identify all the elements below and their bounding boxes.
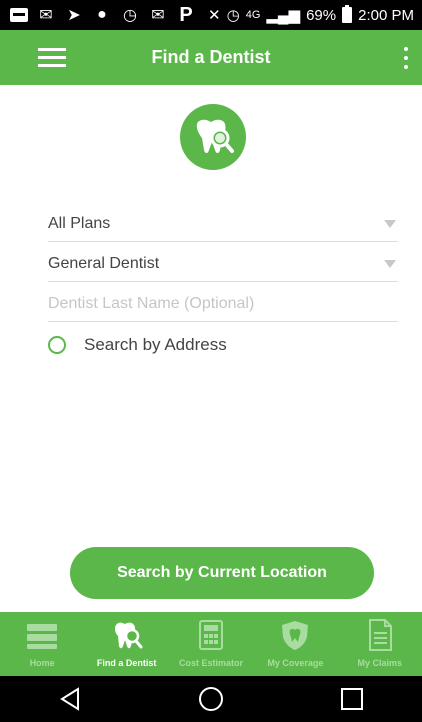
nav-my-coverage[interactable]: My Coverage: [253, 612, 337, 676]
specialty-select[interactable]: General Dentist: [48, 246, 398, 282]
document-icon: [338, 618, 422, 652]
message-icon: [10, 8, 28, 22]
signal-icon: ▂▄▆: [266, 7, 301, 24]
tooth-search-icon: [84, 618, 168, 652]
gmail-icon: ✉: [151, 7, 165, 24]
hamburger-menu-icon[interactable]: [38, 48, 66, 68]
notification-icons: ✉ ➤ ● ◷ ✉ P: [0, 3, 196, 26]
alarm-icon: ◷: [123, 7, 137, 24]
search-by-address-label: Search by Address: [84, 335, 227, 354]
nav-label-my-claims: My Claims: [357, 658, 403, 668]
send-icon: ➤: [67, 7, 81, 24]
alarm-icon: ◷: [226, 7, 240, 24]
nav-find-a-dentist[interactable]: Find a Dentist: [84, 612, 168, 676]
recents-icon[interactable]: [332, 679, 372, 719]
home-circle-icon[interactable]: [191, 679, 231, 719]
nav-label-home: Home: [29, 658, 55, 668]
location-icon: ●: [97, 6, 107, 23]
plan-select[interactable]: All Plans: [48, 206, 398, 242]
app-bar: Find a Dentist: [0, 30, 422, 85]
chevron-down-icon: [384, 260, 396, 268]
nav-home[interactable]: Home: [0, 612, 84, 676]
bottom-navigation: Home Find a Dentist Cost Estimator My Co…: [0, 612, 422, 676]
clock: 2:00 PM: [358, 6, 414, 24]
nav-cost-estimator[interactable]: Cost Estimator: [169, 612, 253, 676]
chevron-down-icon: [384, 220, 396, 228]
calculator-icon: [169, 618, 253, 652]
nav-label-find-a-dentist: Find a Dentist: [96, 658, 157, 668]
nav-label-my-coverage: My Coverage: [267, 658, 324, 668]
battery-percent: 69%: [306, 6, 337, 24]
system-navigation-bar: [0, 676, 422, 722]
radio-button[interactable]: [48, 336, 66, 354]
status-bar: ✉ ➤ ● ◷ ✉ P ✕ ◷ 4G ▂▄▆ 69% 2:00 PM: [0, 0, 422, 30]
specialty-select-value: General Dentist: [48, 254, 160, 272]
last-name-placeholder: Dentist Last Name (Optional): [48, 294, 255, 312]
battery-icon: [342, 5, 353, 23]
shield-tooth-icon: [253, 618, 337, 652]
plan-select-value: All Plans: [48, 214, 111, 232]
home-icon: [0, 618, 84, 652]
pinterest-icon: P: [179, 3, 193, 26]
nav-label-cost-estimator: Cost Estimator: [178, 658, 243, 668]
system-status: ✕ ◷ 4G ▂▄▆ 69% 2:00 PM: [208, 0, 414, 30]
tooth-search-logo-icon: [180, 104, 246, 170]
network-type: 4G: [245, 9, 261, 21]
back-icon[interactable]: [50, 679, 90, 719]
email-icon: ✉: [39, 7, 53, 24]
more-vert-icon[interactable]: [402, 47, 410, 69]
nav-my-claims[interactable]: My Claims: [338, 612, 422, 676]
search-by-address-option[interactable]: Search by Address: [48, 332, 227, 358]
search-by-current-location-button[interactable]: Search by Current Location: [70, 547, 374, 599]
mute-icon: ✕: [208, 7, 221, 24]
page-title: Find a Dentist: [151, 47, 271, 67]
dentist-last-name-input[interactable]: Dentist Last Name (Optional): [48, 286, 398, 322]
